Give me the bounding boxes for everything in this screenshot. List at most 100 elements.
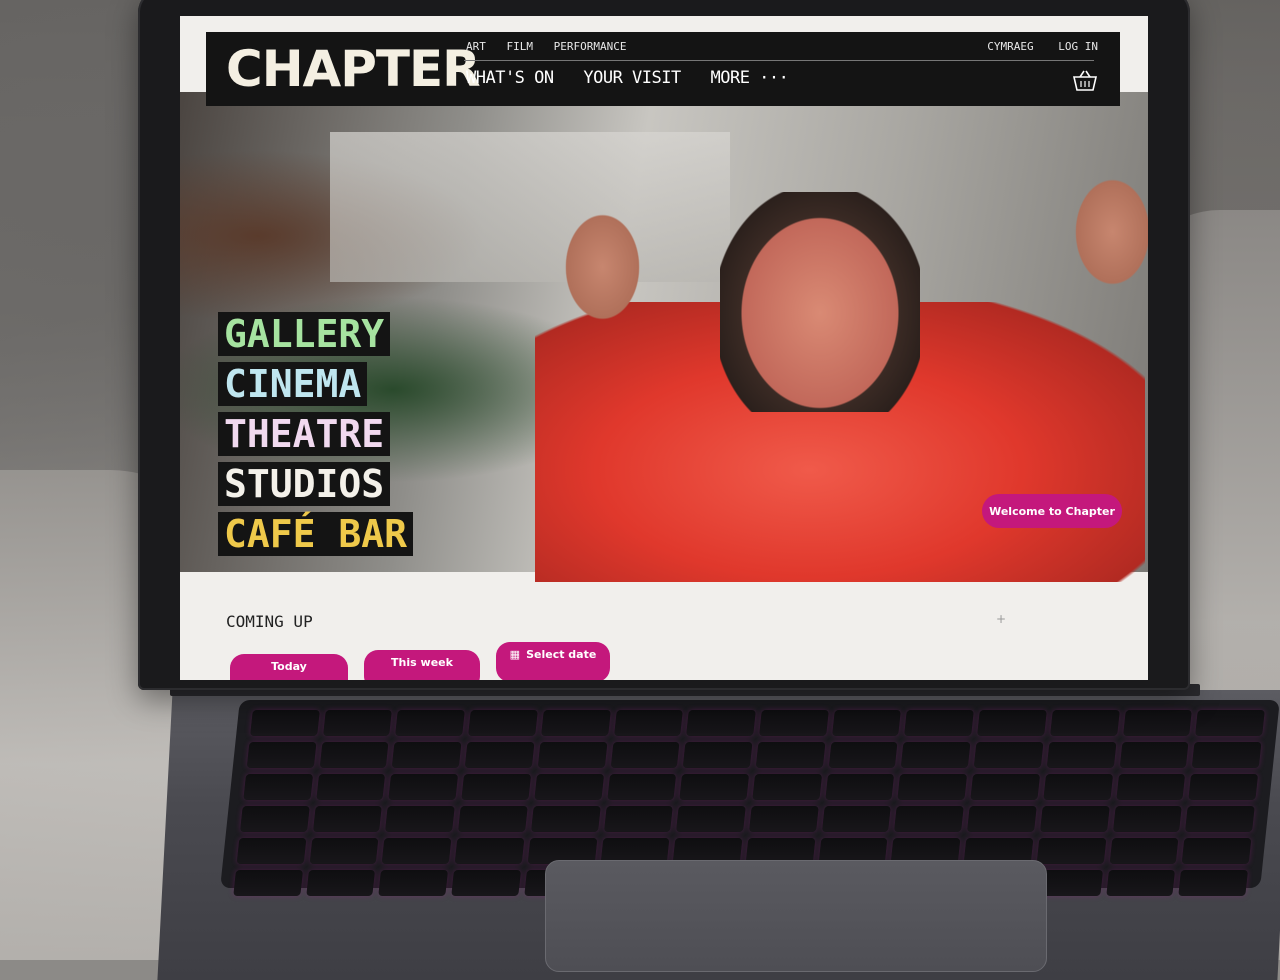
keyboard-key [322,710,393,736]
keyboard-key [610,742,680,768]
top-category-links: ART FILM PERFORMANCE [466,40,640,53]
keyboard-key [613,710,684,736]
keyboard-key [904,710,974,736]
keyboard-key [1181,838,1252,864]
keyboard-key [1195,710,1265,736]
filter-this-week-button[interactable]: This week [364,650,480,680]
keyboard-key [468,710,538,736]
hero-word-cinema[interactable]: CINEMA [218,362,368,406]
hero-word-studios[interactable]: STUDIOS [218,462,391,506]
keyboard-key [388,774,459,800]
select-date-label: Select date [526,648,597,661]
keyboard-key [464,742,535,768]
keyboard-key [977,710,1047,736]
keyboard-key [451,870,521,896]
keyboard-key [246,742,317,768]
laptop-screen: CHAPTER ART FILM PERFORMANCE WHAT'S ON Y… [180,16,1148,680]
performer-head [720,192,920,412]
keyboard-key [534,774,604,800]
keyboard-key [537,742,608,768]
keyboard-key [679,774,750,800]
keyboard-key [967,806,1037,832]
language-toggle-cymraeg[interactable]: CYMRAEG [987,40,1033,53]
keyboard-key [250,710,320,736]
keyboard-key [1043,774,1113,800]
keyboard-key [305,870,376,896]
keyboard-key [606,774,677,800]
keyboard-key [1049,710,1120,736]
keyboard-key [1192,742,1262,768]
filter-today-button[interactable]: Today [230,654,348,680]
hero-word-cafe-bar[interactable]: CAFÉ BAR [218,512,414,556]
keyboard-key [243,774,313,800]
nav-your-visit[interactable]: YOUR VISIT [583,68,681,88]
keyboard-key [1188,774,1259,800]
keyboard-key [316,774,386,800]
nav-link-art[interactable]: ART [466,40,486,53]
chapter-logo[interactable]: CHAPTER [226,38,481,100]
keyboard-key [385,806,455,832]
keyboard-key [392,742,462,768]
keyboard-key [454,838,525,864]
keyboard-key [894,806,964,832]
keyboard-key [749,806,819,832]
hero-word-theatre[interactable]: THEATRE [218,412,391,456]
keyboard-key [233,870,303,896]
nav-link-performance[interactable]: PERFORMANCE [554,40,627,53]
keyboard-key [752,774,822,800]
keyboard-key [1122,710,1193,736]
keyboard-key [1109,838,1179,864]
performer-right-hand [1070,172,1148,292]
login-link[interactable]: LOG IN [1058,40,1098,53]
keyboard-key [1112,806,1183,832]
keyboard-key [828,742,898,768]
coming-up-heading: COMING UP [226,612,313,631]
nav-link-film[interactable]: FILM [507,40,534,53]
keyboard-key [319,742,389,768]
keyboard-key [970,774,1040,800]
keyboard-key [603,806,674,832]
filter-select-date-button[interactable]: ▦ Select date [496,642,610,680]
keyboard-key [240,806,310,832]
keyboard-key [1046,742,1117,768]
keyboard-key [821,806,892,832]
utility-links: CYMRAEG LOG IN [969,40,1098,53]
keyboard-key [825,774,895,800]
keyboard-key [755,742,826,768]
keyboard-key [309,838,379,864]
header-divider [464,60,1094,61]
keyboard-key [1039,806,1110,832]
keyboard-key [676,806,746,832]
keyboard-key [378,870,449,896]
keyboard-key [901,742,971,768]
keyboard-key [897,774,968,800]
keyboard-key [973,742,1044,768]
keyboard-key [540,710,611,736]
keyboard-key [382,838,452,864]
plus-icon: + [996,612,1007,626]
performer-left-hand [560,207,645,327]
keyboard-key [458,806,528,832]
keyboard-key [530,806,601,832]
keyboard-key [683,742,753,768]
hero-background-window [330,132,730,282]
calendar-icon: ▦ [509,648,521,661]
laptop-trackpad [545,860,1047,972]
site-header: CHAPTER ART FILM PERFORMANCE WHAT'S ON Y… [206,32,1120,106]
keyboard-key [1119,742,1189,768]
welcome-to-chapter-button[interactable]: Welcome to Chapter [982,494,1122,528]
keyboard-key [312,806,383,832]
basket-icon[interactable] [1072,70,1098,92]
nav-whats-on[interactable]: WHAT'S ON [466,68,554,88]
keyboard-key [1115,774,1186,800]
keyboard-key [831,710,902,736]
keyboard-key [236,838,307,864]
keyboard-key [461,774,531,800]
main-navigation: WHAT'S ON YOUR VISIT MORE ··· [466,68,808,88]
nav-more[interactable]: MORE ··· [710,68,788,88]
keyboard-key [395,710,465,736]
keyboard-key [1178,870,1249,896]
keyboard-key [1185,806,1255,832]
keyboard-key [759,710,829,736]
hero-word-gallery[interactable]: GALLERY [218,312,391,356]
